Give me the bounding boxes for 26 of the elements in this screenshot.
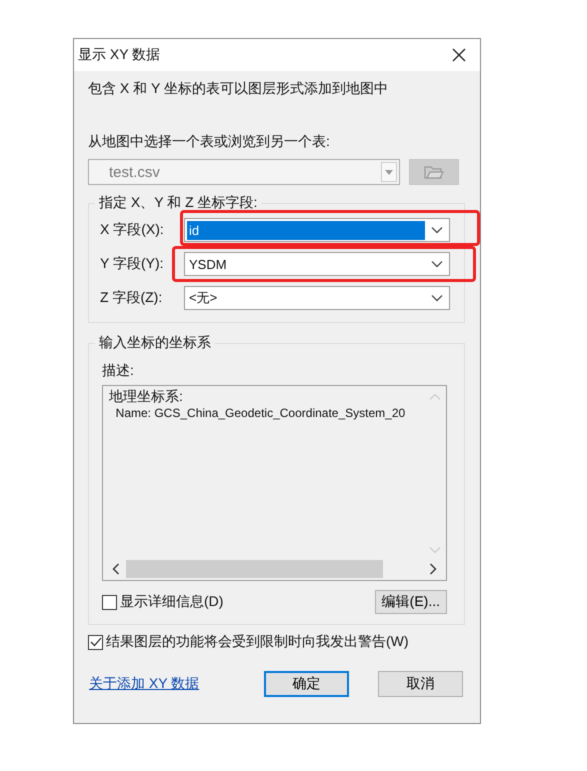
checkbox[interactable]: [88, 634, 103, 650]
description-text: 地理坐标系:: [109, 388, 183, 406]
close-icon[interactable]: [452, 48, 466, 62]
intro-text: 包含 X 和 Y 坐标的表可以图层形式添加到地图中: [88, 80, 389, 98]
field-dropdown[interactable]: YSDM: [184, 252, 450, 276]
table-label: 从地图中选择一个表或浏览到另一个表:: [88, 133, 331, 151]
description-label: 描述:: [102, 362, 135, 380]
group-title: 输入坐标的坐标系: [95, 334, 215, 352]
checkbox-label[interactable]: 结果图层的功能将会受到限制时向我发出警告(W): [106, 633, 409, 651]
window-title: 显示 XY 数据: [78, 46, 160, 64]
field-dropdown[interactable]: id: [184, 218, 450, 242]
checkbox[interactable]: [102, 594, 117, 610]
edit-button[interactable]: 编辑(E)...: [374, 590, 447, 614]
field-label: X 字段(X):: [100, 221, 165, 239]
cancel-button[interactable]: 取消: [378, 671, 463, 697]
description-text: Name: GCS_China_Geodetic_Coordinate_System_20: [114, 406, 406, 420]
scroll-left-icon[interactable]: [112, 563, 120, 575]
field-label: Z 字段(Z):: [100, 289, 164, 307]
ok-button[interactable]: 确定: [264, 671, 349, 697]
scroll-right-icon[interactable]: [429, 563, 437, 575]
folder-icon: [424, 164, 444, 180]
checkbox-label[interactable]: 显示详细信息(D): [120, 593, 224, 611]
field-dropdown[interactable]: <无>: [184, 286, 450, 310]
group-title: 指定 X、Y 和 Z 坐标字段:: [95, 194, 262, 212]
help-link[interactable]: 关于添加 XY 数据: [89, 675, 200, 693]
field-label: Y 字段(Y):: [100, 255, 165, 273]
